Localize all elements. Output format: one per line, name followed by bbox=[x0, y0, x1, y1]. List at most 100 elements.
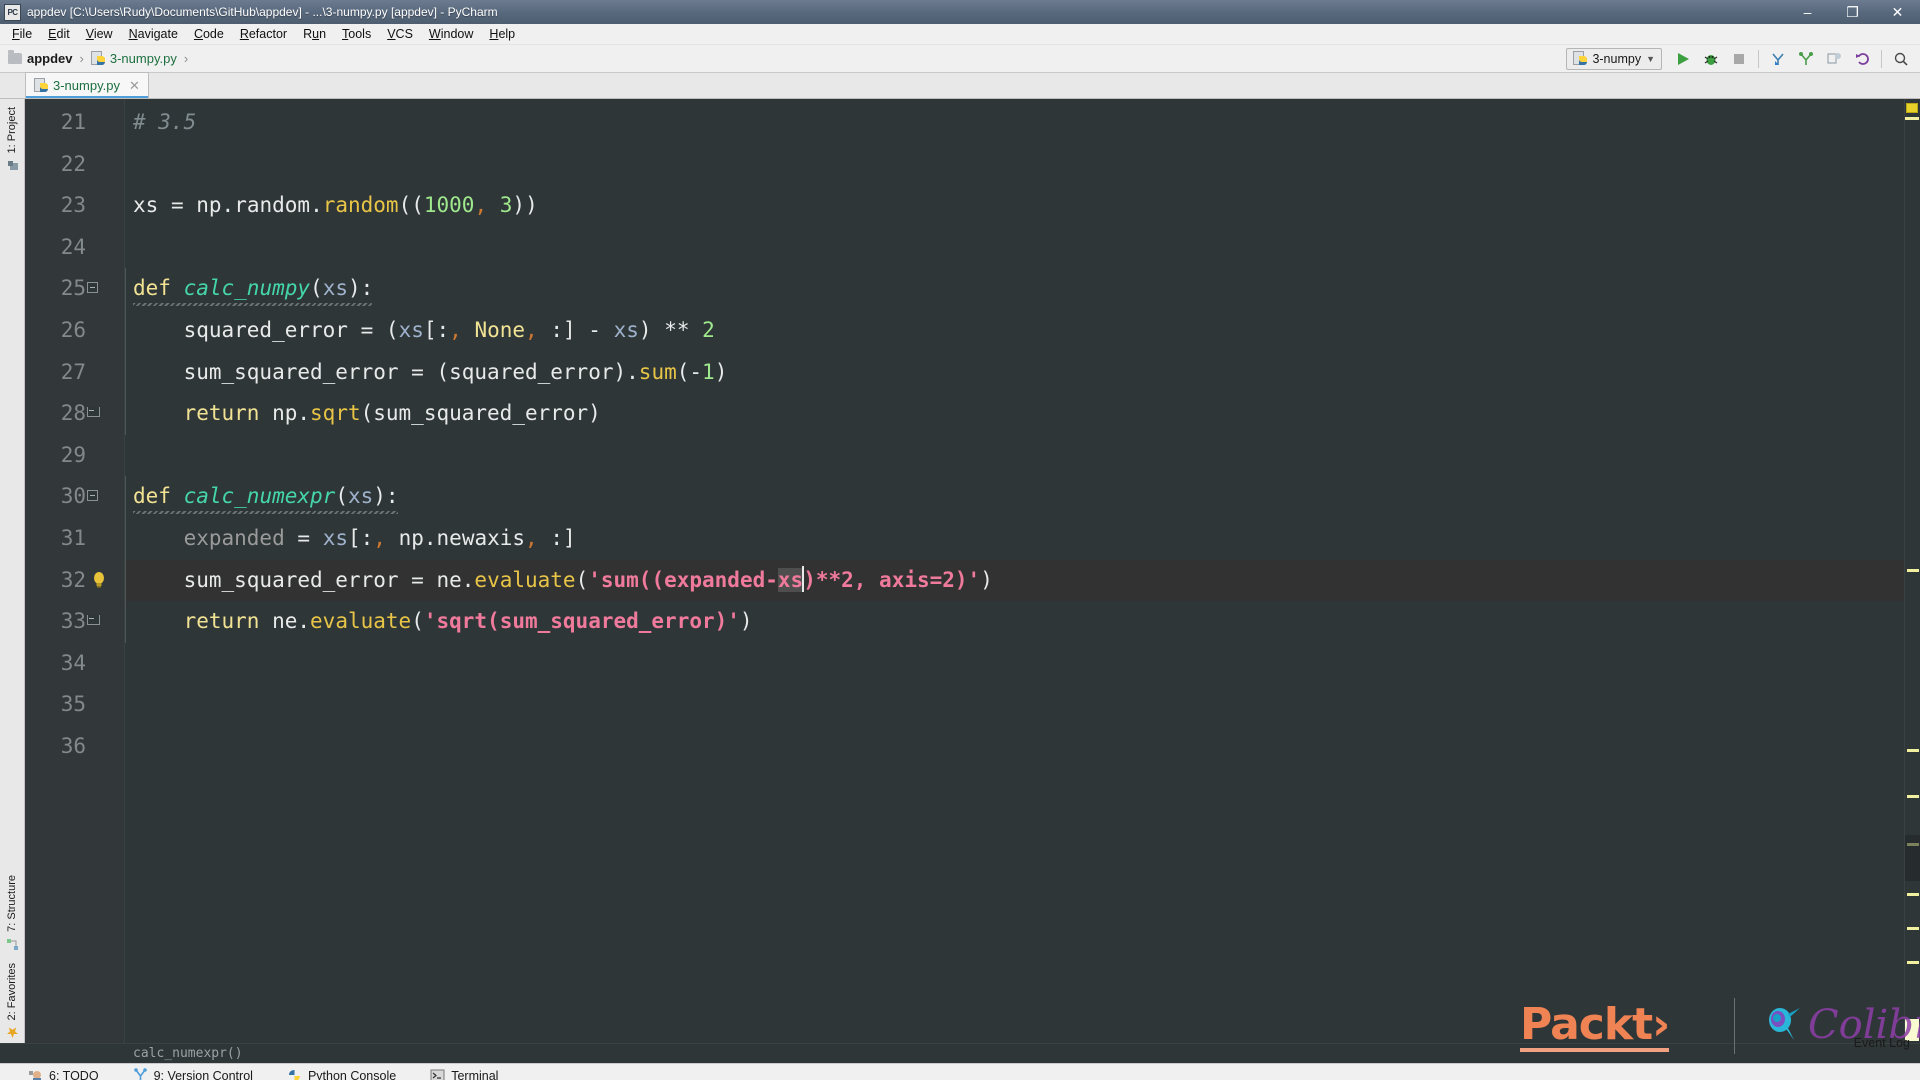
inspection-summary-marker[interactable] bbox=[1906, 103, 1918, 113]
menu-item-edit[interactable]: Edit bbox=[40, 25, 78, 43]
code-token: ( bbox=[310, 276, 323, 301]
breadcrumb-item-file[interactable]: 3-numpy.py bbox=[90, 51, 177, 66]
code-line[interactable]: def calc_numpy(xs): bbox=[125, 268, 1904, 310]
marker bbox=[1907, 749, 1919, 752]
python-file-icon bbox=[90, 51, 105, 66]
tab-active-underline bbox=[26, 96, 148, 98]
code-content[interactable]: # 3.5 xs = np.random.random((1000, 3)) def… bbox=[125, 99, 1904, 1043]
code-line[interactable]: xs = np.random.random((1000, 3)) bbox=[125, 185, 1904, 227]
tool-window-label: 9: Version Control bbox=[153, 1068, 253, 1080]
code-line[interactable] bbox=[125, 726, 1904, 768]
search-everywhere-icon[interactable] bbox=[1888, 47, 1914, 71]
code-token: random bbox=[234, 193, 311, 218]
tool-window-terminal[interactable]: Terminal bbox=[430, 1068, 514, 1080]
rollback-icon[interactable] bbox=[1849, 47, 1875, 71]
event-log-label[interactable]: Event Log bbox=[1854, 1036, 1910, 1050]
code-token: [: bbox=[347, 525, 374, 550]
code-line[interactable] bbox=[125, 144, 1904, 186]
sidebar-item-project[interactable]: 1: Project bbox=[6, 103, 18, 157]
code-line[interactable]: squared_error = (xs[:, None, :] - xs) **… bbox=[125, 309, 1904, 352]
folder-icon bbox=[8, 50, 22, 64]
menu-item-vcs[interactable]: VCS bbox=[379, 25, 421, 43]
code-editor[interactable]: 21 22 23 24 25 26 27 28 29 30 31 32 33 34 35 36 # 3.5 xs… bbox=[25, 99, 1920, 1043]
code-token: ) bbox=[638, 317, 652, 342]
code-token: ): bbox=[347, 276, 374, 301]
code-line[interactable]: return ne.evaluate('sqrt(sum_squared_err… bbox=[125, 601, 1904, 643]
marker bbox=[1907, 961, 1919, 964]
code-token: None bbox=[474, 317, 526, 342]
indent-guide bbox=[125, 393, 126, 435]
tool-window-python-console[interactable]: Python Console bbox=[287, 1068, 412, 1080]
breadcrumb-separator: › bbox=[79, 51, 84, 66]
python-console-icon bbox=[287, 1068, 302, 1080]
code-token: random bbox=[322, 193, 399, 218]
maximize-button[interactable]: ❐ bbox=[1830, 0, 1875, 24]
breadcrumb-item-appdev[interactable]: appdev bbox=[8, 50, 73, 66]
menu-item-navigate[interactable]: Navigate bbox=[121, 25, 186, 43]
commit-icon[interactable] bbox=[1793, 47, 1819, 71]
menu-item-code[interactable]: Code bbox=[186, 25, 232, 43]
update-project-icon[interactable] bbox=[1765, 47, 1791, 71]
sidebar-item-structure[interactable]: 7: Structure bbox=[6, 871, 18, 936]
line-number: 29 bbox=[60, 442, 86, 467]
sidebar-item-favorites[interactable]: 2: Favorites bbox=[6, 959, 18, 1024]
indent-guide bbox=[125, 559, 126, 602]
tool-window-9-version-control[interactable]: 9: Version Control bbox=[133, 1068, 269, 1080]
chevron-down-icon: ▼ bbox=[1646, 53, 1655, 64]
code-line[interactable]: expanded = xs[:, np.newaxis, :] bbox=[125, 517, 1904, 560]
intention-bulb-icon[interactable] bbox=[91, 571, 107, 588]
line-number: 32 bbox=[60, 567, 86, 592]
code-line[interactable]: return np.sqrt(sum_squared_error) bbox=[125, 393, 1904, 435]
menu-item-file[interactable]: File bbox=[4, 25, 40, 43]
editor-scrollbar-thumb[interactable] bbox=[1905, 835, 1920, 881]
menu-item-window[interactable]: Window bbox=[421, 25, 481, 43]
fold-end-icon[interactable] bbox=[87, 407, 100, 420]
code-line[interactable] bbox=[125, 643, 1904, 685]
code-line[interactable] bbox=[125, 435, 1904, 477]
code-token: (squared_error) bbox=[436, 359, 627, 384]
code-token: = bbox=[411, 359, 424, 384]
minimize-button[interactable]: – bbox=[1785, 0, 1830, 24]
fold-collapse-icon[interactable] bbox=[87, 282, 100, 295]
python-file-icon bbox=[34, 78, 48, 93]
code-line[interactable] bbox=[125, 684, 1904, 726]
code-token: ( bbox=[575, 567, 589, 592]
code-line[interactable] bbox=[125, 227, 1904, 269]
marker bbox=[1907, 893, 1919, 896]
fold-collapse-icon[interactable] bbox=[87, 490, 100, 503]
code-token: ( bbox=[676, 359, 690, 384]
line-number: 36 bbox=[60, 734, 86, 758]
tab-3-numpy-py[interactable]: 3-numpy.py ✕ bbox=[25, 72, 149, 98]
menu-item-help[interactable]: Help bbox=[481, 25, 523, 43]
breadcrumb-label-project: appdev bbox=[27, 51, 73, 66]
menu-item-tools[interactable]: Tools bbox=[334, 25, 379, 43]
code-token: sum_squared_error bbox=[133, 359, 399, 384]
code-line[interactable]: # 3.5 bbox=[125, 102, 1904, 144]
fold-end-icon[interactable] bbox=[87, 615, 100, 628]
indent-guide bbox=[125, 517, 126, 560]
code-line[interactable]: sum_squared_error = (squared_error).sum(… bbox=[125, 351, 1904, 394]
close-icon[interactable]: ✕ bbox=[129, 78, 140, 94]
code-line-current[interactable]: sum_squared_error = ne.evaluate('sum((ex… bbox=[125, 559, 1904, 602]
toolbar-actions: 3-numpy ▼ bbox=[1566, 47, 1914, 71]
code-line[interactable]: def calc_numexpr(xs): bbox=[125, 476, 1904, 518]
menu-item-refactor[interactable]: Refactor bbox=[232, 25, 295, 43]
menu-item-view[interactable]: View bbox=[78, 25, 121, 43]
code-token: 1 bbox=[702, 359, 715, 384]
tool-window-6-todo[interactable]: 6: TODO bbox=[28, 1068, 115, 1080]
debug-button[interactable] bbox=[1698, 47, 1724, 71]
menu-item-run[interactable]: Run bbox=[295, 25, 334, 43]
close-button[interactable]: ✕ bbox=[1875, 0, 1920, 24]
code-token: 3 bbox=[499, 193, 513, 218]
editor-gutter[interactable]: 21 22 23 24 25 26 27 28 29 30 31 32 33 34 35 36 bbox=[25, 99, 125, 1043]
run-button[interactable] bbox=[1670, 47, 1696, 71]
run-configuration-selector[interactable]: 3-numpy ▼ bbox=[1566, 47, 1662, 70]
editor-marker-bar[interactable] bbox=[1904, 99, 1920, 1043]
